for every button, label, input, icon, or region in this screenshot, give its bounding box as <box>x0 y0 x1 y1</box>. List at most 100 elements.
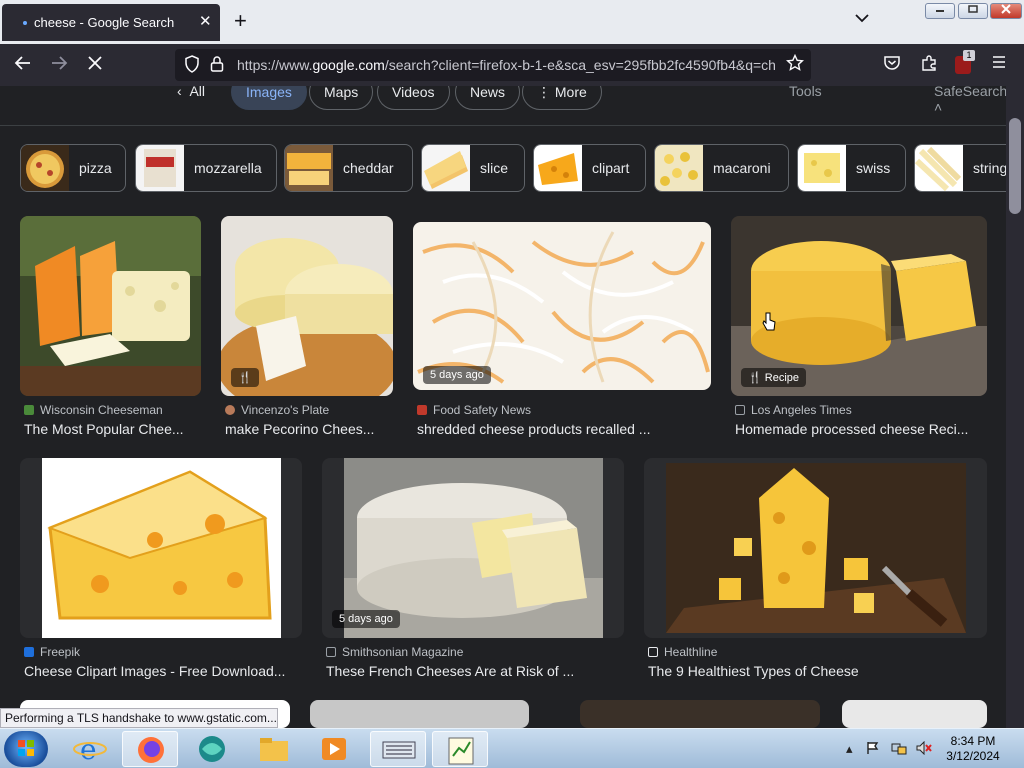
result-image-10[interactable] <box>580 700 820 728</box>
tab-videos[interactable]: Videos <box>377 86 450 110</box>
suggestion-label: string <box>973 160 1008 176</box>
tab-close-icon[interactable]: ✕ <box>199 12 212 30</box>
source-name: Los Angeles Times <box>751 403 852 417</box>
result-source-3[interactable]: Food Safety News <box>417 403 531 417</box>
result-image-3[interactable]: 5 days ago <box>413 222 711 390</box>
source-name: Healthline <box>664 645 718 659</box>
favicon-icon <box>326 647 336 657</box>
suggestion-thumbnail <box>422 145 470 191</box>
suggestion-chip-clipart[interactable]: clipart <box>533 144 646 192</box>
browser-tab-active[interactable]: cheese - Google Search ✕ <box>2 4 220 41</box>
suggestion-chip-string[interactable]: string <box>914 144 1014 192</box>
result-title-5[interactable]: Cheese Clipart Images - Free Download... <box>24 663 304 679</box>
url-text[interactable]: https://www.google.com/search?client=fir… <box>237 57 777 73</box>
back-arrow-icon[interactable] <box>14 54 32 77</box>
suggestion-chip-pizza[interactable]: pizza <box>20 144 126 192</box>
result-title-3[interactable]: shredded cheese products recalled ... <box>417 421 707 437</box>
result-image-1[interactable] <box>20 216 201 396</box>
taskbar-app-3[interactable] <box>184 731 240 767</box>
forward-arrow-icon[interactable] <box>50 54 68 77</box>
result-source-4[interactable]: Los Angeles Times <box>735 403 852 417</box>
show-hidden-icons-icon[interactable]: ▴ <box>846 741 853 757</box>
hamburger-menu-icon[interactable] <box>991 54 1007 75</box>
tab-maps[interactable]: Maps <box>309 86 374 110</box>
scrollbar-thumb[interactable] <box>1009 118 1021 214</box>
chevron-left-icon: ‹ <box>177 86 190 99</box>
list-all-tabs-icon[interactable] <box>855 10 869 26</box>
stop-loading-icon[interactable] <box>86 54 104 77</box>
chevron-up-icon: ˄ <box>934 99 943 115</box>
suggestion-chip-macaroni[interactable]: macaroni <box>654 144 789 192</box>
source-name: Food Safety News <box>433 403 532 417</box>
volume-muted-icon[interactable] <box>916 740 932 758</box>
system-clock[interactable]: 8:34 PM 3/12/2024 <box>944 734 1002 764</box>
result-image-11[interactable] <box>842 700 987 728</box>
tab-images[interactable]: Images <box>231 86 307 110</box>
padlock-icon[interactable] <box>210 55 224 76</box>
result-source-7[interactable]: Healthline <box>648 645 717 659</box>
result-image-7[interactable] <box>644 458 987 638</box>
browser-tab-strip: cheese - Google Search ✕ + <box>0 0 1024 44</box>
suggestion-label: pizza <box>79 160 112 176</box>
result-source-1[interactable]: Wisconsin Cheeseman <box>24 403 163 417</box>
folder-icon <box>260 738 288 761</box>
result-source-2[interactable]: Vincenzo's Plate <box>225 403 329 417</box>
result-image-6[interactable]: 5 days ago <box>322 458 624 638</box>
safesearch-button[interactable]: SafeSearch ˄ <box>934 86 1007 115</box>
internet-explorer-icon: e <box>73 733 107 766</box>
search-results-page: ‹ All Images Maps Videos News ⋮ More Too… <box>0 86 1024 728</box>
bookmark-star-icon[interactable] <box>785 53 805 77</box>
clock-time: 8:34 PM <box>950 734 996 748</box>
suggestion-chip-slice[interactable]: slice <box>421 144 525 192</box>
result-image-2[interactable]: 🍴 <box>221 216 393 396</box>
page-scrollbar[interactable] <box>1006 86 1024 728</box>
action-center-flag-icon[interactable] <box>866 741 880 758</box>
favicon-icon <box>225 405 235 415</box>
search-filter-bar: ‹ All Images Maps Videos News ⋮ More Too… <box>0 86 1007 126</box>
result-title-7[interactable]: The 9 Healthiest Types of Cheese <box>648 663 978 679</box>
extensions-puzzle-icon[interactable] <box>920 54 938 77</box>
windows-taskbar: e ▴ 8:34 PM 3/12/2024 <box>0 728 1024 768</box>
result-image-5[interactable] <box>20 458 302 638</box>
result-recipe-badge: 🍴 Recipe <box>741 368 807 387</box>
tracking-protection-shield-icon[interactable] <box>184 55 200 77</box>
suggestion-thumbnail <box>915 145 963 191</box>
taskbar-media-player[interactable] <box>306 731 362 767</box>
svg-text:e: e <box>80 733 97 766</box>
window-close-button[interactable] <box>990 3 1022 19</box>
taskbar-internet-explorer[interactable]: e <box>62 731 118 767</box>
suggestion-chip-mozzarella[interactable]: mozzarella <box>135 144 277 192</box>
tab-news[interactable]: News <box>455 86 521 110</box>
tools-button[interactable]: Tools <box>789 86 822 99</box>
tab-more[interactable]: ⋮ More <box>522 86 602 110</box>
taskbar-on-screen-keyboard[interactable] <box>370 731 426 767</box>
suggestion-chip-swiss[interactable]: swiss <box>797 144 906 192</box>
taskbar-firefox[interactable] <box>122 731 178 767</box>
source-name: Freepik <box>40 645 81 659</box>
keyboard-icon <box>382 741 416 759</box>
taskbar-file-explorer[interactable] <box>246 731 302 767</box>
result-image-4[interactable]: 🍴 Recipe <box>731 216 987 396</box>
window-minimize-button[interactable] <box>925 3 955 19</box>
source-name: Wisconsin Cheeseman <box>40 403 163 417</box>
result-title-1[interactable]: The Most Popular Chee... <box>24 421 204 437</box>
result-source-6[interactable]: Smithsonian Magazine <box>326 645 463 659</box>
result-title-2[interactable]: make Pecorino Chees... <box>225 421 395 437</box>
suggestion-thumbnail <box>534 145 582 191</box>
hand-cursor-icon <box>762 312 776 331</box>
result-title-6[interactable]: These French Cheeses Are at Risk of ... <box>326 663 621 679</box>
tab-all[interactable]: ‹ All <box>163 86 219 110</box>
new-tab-icon[interactable]: + <box>234 8 247 34</box>
result-title-4[interactable]: Homemade processed cheese Reci... <box>735 421 985 437</box>
address-bar[interactable]: https://www.google.com/search?client=fir… <box>175 49 811 81</box>
network-icon[interactable] <box>891 741 907 758</box>
result-source-5[interactable]: Freepik <box>24 645 80 659</box>
suggestion-thumbnail <box>285 145 333 191</box>
start-button[interactable] <box>4 731 48 767</box>
suggestion-thumbnail <box>798 145 846 191</box>
suggestion-chip-cheddar[interactable]: cheddar <box>284 144 413 192</box>
pocket-icon[interactable] <box>883 54 901 77</box>
taskbar-notepad-app[interactable] <box>432 731 488 767</box>
result-image-9[interactable] <box>310 700 529 728</box>
window-maximize-button[interactable] <box>958 3 988 19</box>
